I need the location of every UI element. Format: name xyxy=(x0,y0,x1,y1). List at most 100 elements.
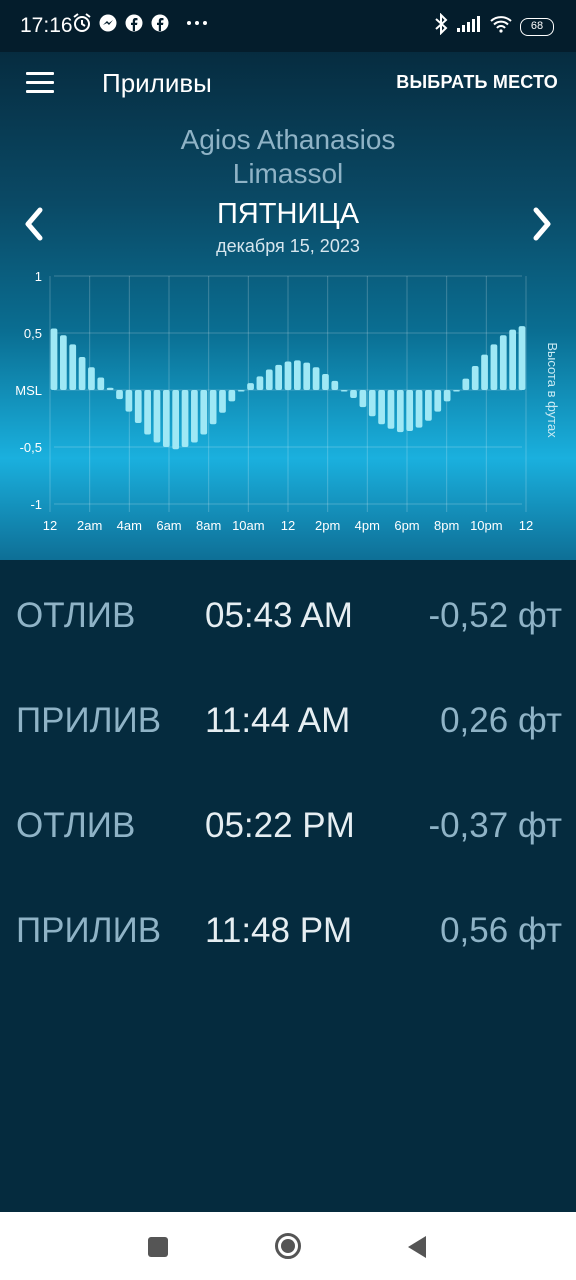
x-tick-label: 6am xyxy=(156,518,181,533)
tide-bar xyxy=(396,390,404,433)
y-tick-label: 0,5 xyxy=(24,326,42,341)
tide-chart: 10,5MSL-0,5-112 2am 4am 6am 8am 10am 12 2pm 4pm 6… xyxy=(15,269,560,533)
x-tick-label: 12 xyxy=(519,518,533,533)
app-title: Приливы xyxy=(102,68,212,98)
tide-bar xyxy=(162,390,170,447)
tide-bar xyxy=(443,390,451,402)
x-tick-label: 8pm xyxy=(434,518,459,533)
signal-icon xyxy=(456,15,482,38)
tide-bar xyxy=(340,390,348,392)
y-tick-label: MSL xyxy=(15,383,42,398)
next-day-button[interactable] xyxy=(526,204,556,244)
tide-bar xyxy=(88,367,95,390)
home-icon[interactable] xyxy=(274,1232,302,1260)
tide-bar xyxy=(265,369,273,390)
tide-bar xyxy=(125,390,133,412)
tide-bar xyxy=(97,377,105,390)
tide-bar xyxy=(181,390,189,447)
x-tick-label: 10pm xyxy=(470,518,503,533)
tide-row: ОТЛИВ 05:22 PM -0,37 фт xyxy=(0,770,576,875)
tide-bar xyxy=(209,390,217,425)
tide-time: 11:48 PM xyxy=(205,911,353,950)
tide-time: 05:22 PM xyxy=(205,806,355,845)
tide-type: ПРИЛИВ xyxy=(16,911,162,950)
tide-bar xyxy=(499,335,507,390)
back-icon[interactable] xyxy=(406,1234,428,1260)
tide-bar xyxy=(200,390,208,435)
day-date: декабря 15, 2023 xyxy=(216,236,360,256)
y-tick-label: -0,5 xyxy=(20,440,42,455)
tide-bar xyxy=(293,360,301,390)
x-tick-label: 4am xyxy=(117,518,142,533)
tide-bar xyxy=(481,354,488,390)
wifi-icon xyxy=(490,15,512,38)
system-icons: 68 xyxy=(434,12,554,40)
tide-bar xyxy=(59,335,67,390)
facebook-icon xyxy=(150,13,170,33)
tide-bar xyxy=(350,390,357,398)
tide-bar xyxy=(106,387,114,390)
tide-bar xyxy=(78,356,86,390)
tide-bar xyxy=(275,364,283,390)
tide-height: 0,26 фт xyxy=(440,701,562,740)
tide-bar xyxy=(116,390,123,400)
x-tick-label: 4pm xyxy=(355,518,380,533)
select-place-button[interactable]: ВЫБРАТЬ МЕСТО xyxy=(396,72,558,93)
more-icon xyxy=(186,20,208,26)
battery-icon: 68 xyxy=(520,17,554,36)
tide-bar xyxy=(219,390,226,413)
tide-bar xyxy=(331,380,339,390)
facebook-icon xyxy=(124,13,144,33)
tide-bar xyxy=(256,376,264,390)
chevron-right-icon xyxy=(533,207,551,241)
tide-row: ОТЛИВ 05:43 AM -0,52 фт xyxy=(0,560,576,665)
status-time: 17:16 xyxy=(20,14,73,37)
x-tick-label: 2am xyxy=(77,518,102,533)
header: Приливы ВЫБРАТЬ МЕСТО Agios Athanasios L… xyxy=(0,52,576,560)
tide-bar xyxy=(368,390,376,417)
tide-bar xyxy=(247,383,254,390)
tide-bar xyxy=(237,390,245,392)
y-tick-label: -1 xyxy=(30,497,42,512)
tide-height: -0,52 фт xyxy=(428,596,562,635)
tide-bar xyxy=(509,329,517,390)
day-name: ПЯТНИЦА xyxy=(216,198,360,230)
tide-bar xyxy=(415,390,423,428)
tide-bar xyxy=(172,390,180,450)
tide-time: 05:43 AM xyxy=(205,596,353,635)
bluetooth-icon xyxy=(434,12,448,40)
tide-bar xyxy=(303,362,311,390)
tide-bar xyxy=(50,328,58,390)
recents-icon[interactable] xyxy=(148,1237,168,1257)
tide-bar xyxy=(425,390,432,421)
y-axis-label: Высота в футах xyxy=(545,342,560,438)
tide-bar xyxy=(284,361,292,390)
messenger-icon xyxy=(98,13,118,33)
x-tick-label: 12 xyxy=(43,518,57,533)
tide-height: 0,56 фт xyxy=(440,911,562,950)
x-tick-label: 10am xyxy=(232,518,265,533)
tide-bar xyxy=(406,390,414,432)
system-nav-bar xyxy=(0,1212,576,1280)
menu-icon[interactable] xyxy=(26,72,54,94)
tide-type: ОТЛИВ xyxy=(16,806,136,845)
tide-bar xyxy=(378,390,385,425)
tide-bar xyxy=(359,390,367,408)
tide-bar xyxy=(69,344,77,390)
battery-level: 68 xyxy=(530,19,544,32)
tide-type: ОТЛИВ xyxy=(16,596,136,635)
tide-bar xyxy=(191,390,198,443)
x-tick-label: 12 xyxy=(281,518,295,533)
tide-bar xyxy=(144,390,151,435)
tide-bar xyxy=(453,390,460,392)
tide-bar xyxy=(387,390,395,429)
tide-bar xyxy=(312,367,320,390)
y-tick-label: 1 xyxy=(35,269,42,284)
toolbar: Приливы ВЫБРАТЬ МЕСТО xyxy=(0,52,576,116)
status-bar: 17:16 68 xyxy=(0,0,576,52)
tide-table: ОТЛИВ 05:43 AM -0,52 фт ПРИЛИВ 11:44 AM … xyxy=(0,560,576,980)
tide-time: 11:44 AM xyxy=(205,701,351,740)
tide-bar xyxy=(518,326,526,390)
x-tick-label: 8am xyxy=(196,518,221,533)
x-tick-label: 6pm xyxy=(394,518,419,533)
